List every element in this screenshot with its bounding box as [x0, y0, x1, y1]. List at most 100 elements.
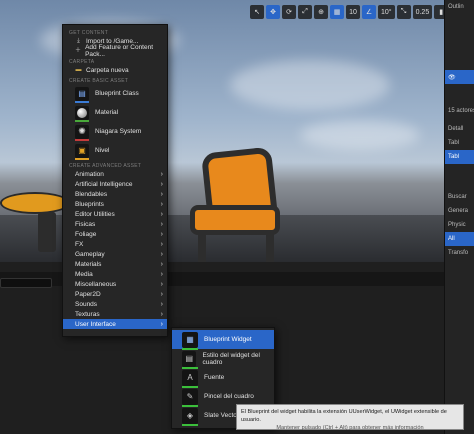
chevron-right-icon: › [160, 280, 163, 288]
menu-item-label: Sounds [75, 300, 98, 308]
rotation-snap-value[interactable]: 10° [378, 5, 395, 19]
niagara-system-icon: ✺ [75, 124, 89, 141]
menu-item-ai[interactable]: Artificial Intelligence › [63, 179, 167, 189]
menu-item-foliage[interactable]: Foliage › [63, 229, 167, 239]
transform-section[interactable]: Transfo [445, 246, 474, 260]
menu-item-label: Materials [75, 260, 102, 268]
menu-item-label: Blueprints [75, 200, 104, 208]
blueprint-class-icon: ▤ [75, 86, 89, 103]
world-space-button[interactable]: ⊕ [314, 5, 328, 19]
menu-item-blueprints[interactable]: Blueprints › [63, 199, 167, 209]
submenu-item-label: Blueprint Widget [204, 336, 252, 343]
menu-item-fisicas[interactable]: Fisicas › [63, 219, 167, 229]
viewport-toolbar: ↖ ✥ ⟳ ⤢ ⊕ ▦ 10 ∠ 10° ⤡ 0.25 ▮ 4 [250, 5, 465, 19]
chevron-right-icon: › [160, 230, 163, 238]
tooltip-hint: Mantener pulsado (Ctrl + Alt) para obten… [276, 425, 424, 431]
menu-item-level[interactable]: ▣ Nivel [63, 141, 167, 160]
outliner-tab[interactable]: Outlin [445, 0, 474, 14]
rotation-snap-icon[interactable]: ∠ [362, 5, 376, 19]
menu-item-paper2d[interactable]: Paper2D › [63, 289, 167, 299]
chevron-right-icon: › [160, 200, 163, 208]
menu-item-gameplay[interactable]: Gameplay › [63, 249, 167, 259]
chevron-right-icon: › [160, 190, 163, 198]
menu-item-label: Add Feature or Content Pack... [85, 44, 154, 58]
chair-seat-mesh[interactable] [190, 205, 280, 235]
submenu-item-label: Pincel del cuadro [204, 393, 254, 400]
filter-all[interactable]: All [445, 232, 474, 246]
font-icon: A [182, 369, 198, 388]
menu-item-label: Editor Utilities [75, 210, 115, 218]
material-icon [75, 105, 89, 122]
menu-item-user-interface[interactable]: User Interface › [63, 319, 167, 329]
menu-item-label: Nivel [95, 147, 110, 154]
chevron-right-icon: › [160, 290, 163, 298]
menu-item-fx[interactable]: FX › [63, 239, 167, 249]
chevron-right-icon: › [160, 260, 163, 268]
translate-tool-button[interactable]: ✥ [266, 5, 280, 19]
submenu-item-widget-style[interactable]: ▤ Estilo del widget del cuadro [172, 349, 274, 369]
eye-icon[interactable]: 👁 [448, 74, 456, 81]
chevron-right-icon: › [160, 170, 163, 178]
grid-snap-icon[interactable]: ▦ [330, 5, 344, 19]
menu-item-label: Blueprint Class [95, 90, 139, 97]
content-browser-search[interactable] [0, 278, 52, 288]
menu-item-material[interactable]: Material [63, 103, 167, 122]
submenu-item-font[interactable]: A Fuente [172, 368, 274, 388]
menu-item-blueprint-class[interactable]: ▤ Blueprint Class [63, 84, 167, 103]
outliner-row [445, 28, 474, 42]
tooltip-text: El Blueprint del widget habilita la exte… [241, 409, 447, 423]
chevron-right-icon: › [160, 220, 163, 228]
chevron-right-icon: › [160, 210, 163, 218]
menu-item-label: Gameplay [75, 250, 105, 258]
details-search[interactable]: Buscar [445, 190, 474, 204]
details-tab[interactable]: Detall [445, 122, 474, 136]
menu-item-label: Fisicas [75, 220, 96, 228]
rotate-tool-button[interactable]: ⟳ [282, 5, 296, 19]
cloud [230, 60, 390, 110]
menu-item-materials[interactable]: Materials › [63, 259, 167, 269]
menu-item-label: Material [95, 109, 119, 116]
menu-item-media[interactable]: Media › [63, 269, 167, 279]
details-item[interactable]: Tabl [445, 136, 474, 150]
filter-general[interactable]: Genera [445, 204, 474, 218]
add-icon: ＋ [75, 47, 82, 54]
menu-item-label: Media [75, 270, 93, 278]
chevron-right-icon: › [160, 320, 163, 328]
actor-count: 15 actores [448, 108, 474, 114]
filter-physics[interactable]: Physic [445, 218, 474, 232]
menu-item-label: Niagara System [95, 128, 142, 135]
menu-item-label: Artificial Intelligence [75, 180, 133, 188]
outliner-row-selected[interactable]: 👁 [445, 70, 474, 84]
chevron-right-icon: › [160, 240, 163, 248]
level-icon: ▣ [75, 143, 89, 160]
widget-blueprint-icon: ▦ [182, 331, 198, 350]
scale-snap-icon[interactable]: ⤡ [396, 5, 411, 19]
menu-item-miscellaneous[interactable]: Miscellaneous › [63, 279, 167, 289]
menu-item-animation[interactable]: Animation › [63, 169, 167, 179]
details-item-selected[interactable]: Tabl [445, 150, 474, 164]
grid-snap-value[interactable]: 10 [346, 5, 360, 19]
chair-leg [266, 232, 274, 262]
menu-item-blendables[interactable]: Blendables › [63, 189, 167, 199]
submenu-item-blueprint-widget[interactable]: ▦ Blueprint Widget [172, 330, 274, 350]
brush-icon: ✎ [182, 388, 198, 407]
menu-item-sounds[interactable]: Sounds › [63, 299, 167, 309]
right-panel: Outlin 👁 15 actores Detall Tabl Tabl Bus… [444, 0, 474, 434]
menu-item-editor-utilities[interactable]: Editor Utilities › [63, 209, 167, 219]
add-asset-context-menu: GET CONTENT ⤓ Import to /Game... ＋ Add F… [62, 24, 168, 337]
menu-item-label: Blendables [75, 190, 108, 198]
scale-snap-value[interactable]: 0.25 [412, 5, 433, 19]
select-tool-button[interactable]: ↖ [250, 5, 264, 19]
scale-tool-button[interactable]: ⤢ [298, 5, 312, 19]
chevron-right-icon: › [160, 250, 163, 258]
outliner-row [445, 56, 474, 70]
table-mesh[interactable] [0, 192, 70, 214]
menu-item-new-folder[interactable]: ▬ Carpeta nueva [63, 65, 167, 75]
cloud [300, 120, 420, 150]
submenu-item-label: Estilo del widget del cuadro [202, 351, 260, 366]
menu-item-label: Foliage [75, 230, 97, 238]
menu-item-niagara-system[interactable]: ✺ Niagara System [63, 122, 167, 141]
menu-item-add-feature[interactable]: ＋ Add Feature or Content Pack... [63, 44, 167, 58]
menu-item-texturas[interactable]: Texturas › [63, 309, 167, 319]
tooltip: El Blueprint del widget habilita la exte… [236, 404, 464, 431]
